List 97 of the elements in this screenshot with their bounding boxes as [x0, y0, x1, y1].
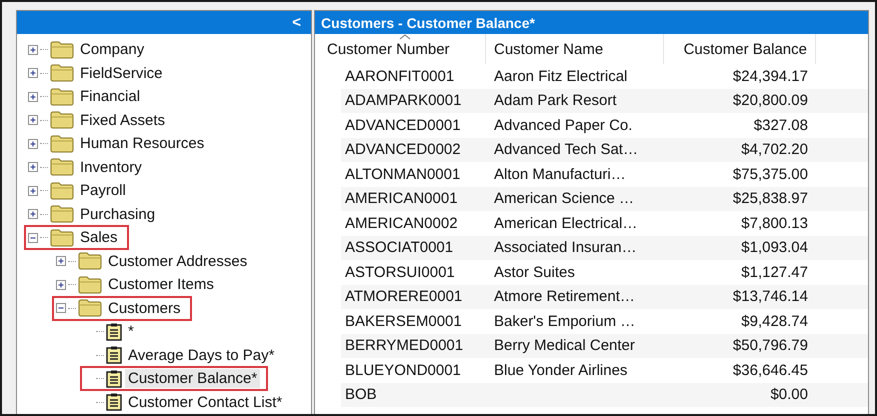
table-cell: $327.08 — [754, 116, 808, 134]
expand-icon[interactable] — [28, 115, 38, 126]
folder-item[interactable]: FieldService — [77, 64, 166, 83]
folder-item[interactable]: Financial — [77, 87, 144, 106]
table-cell: Associated Insuran… — [494, 239, 637, 256]
table-cell: Adam Park Resort — [494, 92, 617, 110]
expand-icon[interactable] — [56, 280, 66, 290]
table-cell: $24,394.17 — [732, 68, 808, 85]
table-cell: $1,127.47 — [741, 264, 808, 281]
folder-icon — [50, 205, 74, 224]
table-row[interactable]: ADAMPARK0001 Adam Park Resort $20,800.09 — [341, 88, 868, 113]
collapse-icon[interactable] — [28, 232, 38, 243]
folder-item[interactable]: Human Resources — [77, 134, 208, 154]
table-row[interactable]: BERRYMED0001 Berry Medical Center $50,796.79 — [341, 334, 868, 358]
table-cell: $20,800.09 — [732, 92, 808, 110]
folder-item[interactable]: Customer Addresses — [105, 252, 250, 271]
clipboard-icon — [106, 346, 122, 364]
table-cell: Alton Manufacturi… — [494, 166, 626, 183]
table-cell: $50,796.79 — [732, 337, 808, 354]
report-item[interactable]: Customer Balance* — [125, 369, 260, 388]
folder-icon — [50, 158, 74, 176]
folder-icon — [78, 252, 102, 270]
table-cell: $75,375.00 — [732, 166, 808, 183]
collapse-icon[interactable] — [56, 303, 66, 314]
table-cell: Aaron Fitz Electrical — [494, 68, 628, 85]
table-cell: ADVANCED0002 — [345, 141, 461, 158]
expand-icon[interactable] — [28, 162, 38, 172]
folder-icon — [50, 64, 74, 82]
column-header[interactable]: Customer Balance — [664, 34, 816, 64]
folder-item[interactable]: Inventory — [77, 158, 145, 177]
clipboard-icon — [106, 393, 122, 412]
folder-item[interactable]: Payroll — [77, 181, 129, 200]
table-cell: $13,746.14 — [732, 288, 808, 306]
table-cell: ADAMPARK0001 — [345, 92, 462, 110]
table-cell: $9,428.74 — [741, 312, 808, 330]
expand-icon[interactable] — [28, 209, 38, 220]
table-cell: AMERICAN0002 — [345, 214, 458, 232]
folder-icon — [50, 182, 74, 200]
folder-icon — [50, 134, 74, 153]
column-header[interactable]: Customer Name — [486, 34, 664, 64]
table-cell: Astor Suites — [494, 264, 575, 281]
folder-icon — [50, 228, 74, 247]
table-row[interactable]: AMERICAN0001 American Science … $25,838.97 — [341, 186, 868, 211]
table-cell: Blue Yonder Airlines — [494, 362, 628, 379]
expand-icon[interactable] — [28, 44, 38, 55]
folder-icon — [50, 40, 74, 59]
table-row[interactable]: BOB $0.00 — [341, 382, 868, 407]
table-cell: Berry Medical Center — [494, 337, 635, 354]
collapse-pane-button[interactable]: < — [288, 14, 305, 31]
table-cell: American Science … — [494, 190, 634, 208]
clipboard-icon — [106, 322, 122, 341]
table-cell: $7,800.13 — [741, 214, 808, 232]
table-cell: $25,838.97 — [732, 190, 808, 208]
expand-icon[interactable] — [28, 186, 38, 196]
report-item[interactable]: * — [125, 322, 137, 342]
folder-item[interactable]: Customers — [105, 298, 184, 318]
report-item[interactable]: Customer Contact List* — [125, 392, 286, 412]
folder-icon — [78, 276, 102, 294]
table-cell: BOB — [345, 386, 377, 404]
table-cell: ASTORSUI0001 — [345, 264, 455, 281]
folder-item[interactable]: Customer Items — [105, 275, 217, 294]
table-cell: ASSOCIAT0001 — [345, 239, 454, 256]
table-cell: $0.00 — [770, 386, 808, 404]
table-cell: $36,646.45 — [732, 362, 808, 379]
expand-icon[interactable] — [28, 92, 38, 102]
table-cell: BLUEYOND0001 — [345, 362, 461, 379]
report-item[interactable]: Average Days to Pay* — [125, 346, 278, 365]
table-cell: Baker's Emporium … — [494, 312, 636, 330]
list-title: Customers - Customer Balance* — [315, 11, 868, 34]
table-cell: AMERICAN0001 — [345, 190, 458, 208]
table-cell: $1,093.04 — [741, 239, 808, 256]
folder-item[interactable]: Company — [77, 40, 148, 60]
expand-icon[interactable] — [28, 138, 38, 149]
column-header[interactable]: Customer Number — [319, 34, 486, 64]
table-cell: $4,702.20 — [741, 141, 808, 158]
table-cell: Advanced Tech Sat… — [494, 141, 638, 158]
folder-icon — [50, 88, 74, 106]
table-cell: AARONFIT0001 — [345, 68, 454, 85]
folder-icon — [50, 111, 74, 130]
clipboard-icon — [106, 370, 122, 388]
table-cell: Advanced Paper Co. — [494, 116, 632, 134]
folder-item[interactable]: Sales — [77, 228, 121, 248]
folder-item[interactable]: Purchasing — [77, 204, 158, 224]
expand-icon[interactable] — [28, 68, 38, 78]
table-cell: BERRYMED0001 — [345, 337, 464, 354]
table-cell: ADVANCED0001 — [345, 116, 461, 134]
expand-icon[interactable] — [56, 256, 66, 266]
table-cell: BAKERSEM0001 — [345, 312, 462, 330]
folder-icon — [78, 299, 102, 318]
table-row[interactable]: ATMORERE0001 Atmore Retirement… $13,746.14 — [341, 284, 868, 309]
table-row[interactable]: ASSOCIAT0001 Associated Insuran… $1,093.04 — [341, 236, 868, 260]
table-cell: Atmore Retirement… — [494, 288, 635, 306]
table-cell: ALTONMAN0001 — [345, 166, 460, 183]
folder-item[interactable]: Fixed Assets — [77, 110, 168, 130]
table-cell: American Electrical… — [494, 214, 638, 232]
table-cell: ATMORERE0001 — [345, 288, 462, 306]
table-row[interactable]: ADVANCED0002 Advanced Tech Sat… $4,702.20 — [341, 138, 868, 162]
